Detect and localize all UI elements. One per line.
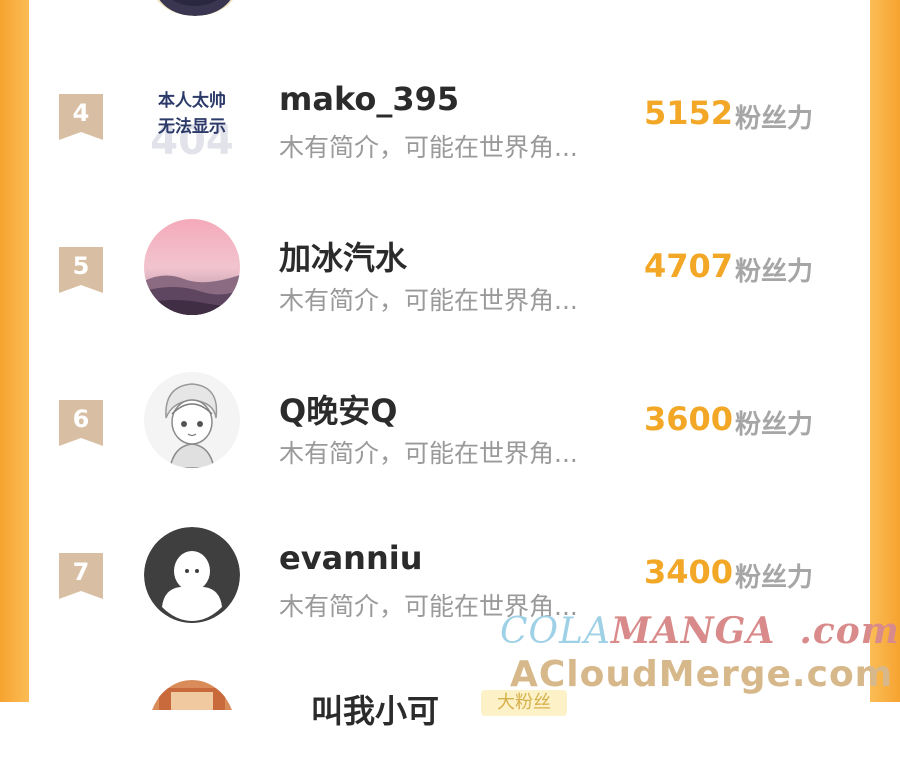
fan-tag-badge: 大粉丝 — [481, 690, 567, 716]
fan-power-score: 4707 — [644, 247, 734, 285]
fan-power-score: 5152 — [644, 94, 734, 132]
avatar-text-line2: 无法显示 — [157, 116, 226, 137]
avatar[interactable] — [144, 219, 240, 315]
user-bio: 木有简介，可能在世界角... — [279, 286, 578, 315]
rank-number: 6 — [72, 405, 90, 433]
right-border — [870, 0, 900, 702]
leaderboard-row[interactable]: 7 evanniu 木有简介，可能在世界角... 3400 粉丝力 — [29, 527, 870, 641]
rank-number: 7 — [72, 558, 90, 586]
rank-number: 5 — [72, 252, 90, 280]
leaderboard-row[interactable]: 5 加冰汽水 木有简介，可能在世界角... 4707 粉丝力 — [29, 219, 870, 335]
default-avatar-icon[interactable] — [144, 527, 240, 623]
leaderboard-row[interactable]: 4 404 本人太帅 无法显示 mako_395 木有简介，可能在世界角... … — [29, 80, 870, 182]
avatar[interactable] — [144, 372, 240, 468]
fan-power-label: 粉丝力 — [735, 563, 814, 593]
fan-power-score: 3400 — [644, 553, 734, 591]
user-bio: 木有简介，可能在世界角... — [279, 439, 578, 468]
leaderboard-row[interactable]: 6 Q晚安Q 木有简介，可能在世界角... 3600 粉丝力 — [29, 372, 870, 488]
username[interactable]: mako_395 — [279, 80, 459, 118]
username[interactable]: 叫我小可 — [311, 686, 439, 732]
leaderboard-row-partial[interactable]: 叫我小可 大粉丝 — [29, 680, 870, 740]
fan-power-label: 粉丝力 — [735, 257, 814, 287]
left-border — [0, 0, 29, 702]
username[interactable]: Q晚安Q — [279, 386, 397, 432]
fan-power-label: 粉丝力 — [735, 104, 814, 134]
username[interactable]: evanniu — [279, 539, 422, 577]
user-bio: 木有简介，可能在世界角... — [279, 592, 578, 621]
rank-number: 4 — [72, 99, 90, 127]
username[interactable]: 加冰汽水 — [279, 233, 407, 279]
user-bio: 木有简介，可能在世界角... — [279, 133, 578, 162]
avatar-text-line1: 本人太帅 — [158, 90, 226, 111]
avatar[interactable]: 404 本人太帅 无法显示 — [144, 82, 240, 178]
fan-power-score: 3600 — [644, 400, 734, 438]
fan-power-label: 粉丝力 — [735, 410, 814, 440]
avatar[interactable] — [149, 680, 235, 776]
